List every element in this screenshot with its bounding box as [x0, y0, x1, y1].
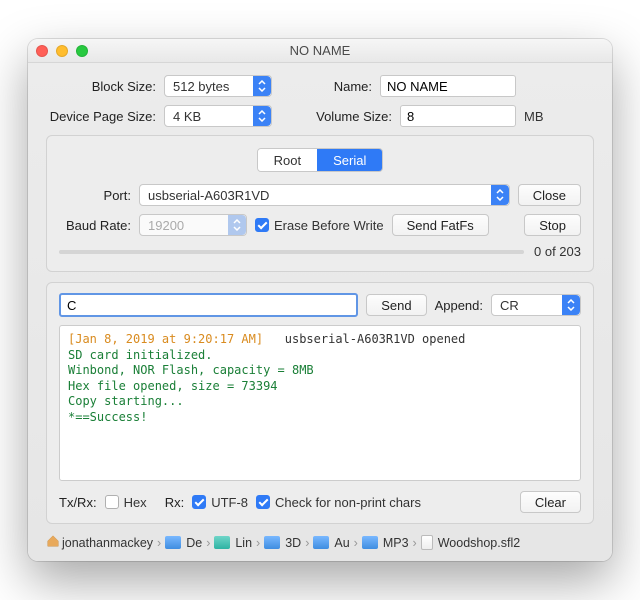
baud-rate-label: Baud Rate: [59, 218, 131, 233]
block-size-select[interactable]: 512 bytes [164, 75, 272, 97]
terminal-open-msg: usbserial-A603R1VD opened [263, 332, 465, 346]
block-size-value: 512 bytes [173, 79, 229, 94]
content: Block Size: 512 bytes Name: Device Page … [28, 63, 612, 561]
close-icon[interactable] [36, 45, 48, 57]
device-page-size-label: Device Page Size: [46, 109, 156, 124]
erase-before-write-checkbox[interactable]: Erase Before Write [255, 218, 384, 233]
chevron-updown-icon [253, 76, 271, 96]
chevron-updown-icon [253, 106, 271, 126]
crumb-item[interactable]: 3D [285, 536, 301, 550]
volume-size-unit: MB [524, 109, 544, 124]
name-field[interactable] [380, 75, 516, 97]
baud-rate-value: 19200 [148, 218, 184, 233]
chevron-updown-icon [491, 185, 509, 205]
folder-icon [264, 536, 280, 549]
document-icon [421, 535, 433, 550]
progress-text: 0 of 203 [534, 244, 581, 259]
crumb-item[interactable]: Lin [235, 536, 252, 550]
folder-icon [313, 536, 329, 549]
port-value: usbserial-A603R1VD [148, 188, 269, 203]
app-window: NO NAME Block Size: 512 bytes Name: Devi… [28, 39, 612, 561]
chevron-updown-icon [228, 215, 246, 235]
name-label: Name: [312, 79, 372, 94]
port-label: Port: [59, 188, 131, 203]
progress-bar [59, 250, 524, 254]
tab-group: Root Serial [257, 148, 384, 172]
crumb-item[interactable]: De [186, 536, 202, 550]
send-fatfs-button[interactable]: Send FatFs [392, 214, 489, 236]
folder-icon [362, 536, 378, 549]
volume-size-label: Volume Size: [312, 109, 392, 124]
minimize-icon[interactable] [56, 45, 68, 57]
block-size-label: Block Size: [46, 79, 156, 94]
close-button[interactable]: Close [518, 184, 581, 206]
stop-button[interactable]: Stop [524, 214, 581, 236]
zoom-icon[interactable] [76, 45, 88, 57]
append-label: Append: [435, 298, 483, 313]
traffic-lights [36, 45, 88, 57]
crumb-item[interactable]: MP3 [383, 536, 409, 550]
folder-icon [165, 536, 181, 549]
erase-before-write-label: Erase Before Write [274, 218, 384, 233]
top-row-1: Block Size: 512 bytes Name: [46, 75, 594, 97]
hex-checkbox[interactable]: Hex [105, 495, 147, 510]
clear-button[interactable]: Clear [520, 491, 581, 513]
folder-icon [214, 536, 230, 549]
utf8-checkbox[interactable]: UTF-8 [192, 495, 248, 510]
breadcrumb: jonathanmackey › De › Lin › 3D › Au › MP… [46, 534, 594, 551]
crumb-item[interactable]: Au [334, 536, 349, 550]
volume-size-field[interactable] [400, 105, 516, 127]
window-title: NO NAME [290, 43, 351, 58]
crumb-file[interactable]: Woodshop.sfl2 [438, 536, 520, 550]
append-select[interactable]: CR [491, 294, 581, 316]
baud-rate-select: 19200 [139, 214, 247, 236]
send-button[interactable]: Send [366, 294, 426, 316]
nonprint-checkbox[interactable]: Check for non-print chars [256, 495, 421, 510]
crumb-home[interactable]: jonathanmackey [62, 536, 153, 550]
progress-row: 0 of 203 [59, 244, 581, 259]
txrx-label: Tx/Rx: [59, 495, 97, 510]
tab-serial[interactable]: Serial [317, 149, 382, 171]
terminal-panel: Send Append: CR [Jan 8, 2019 at 9:20:17 … [46, 282, 594, 524]
serial-panel: Root Serial Port: usbserial-A603R1VD Clo… [46, 135, 594, 272]
terminal-output: [Jan 8, 2019 at 9:20:17 AM] usbserial-A6… [59, 325, 581, 481]
tab-root[interactable]: Root [258, 149, 317, 171]
append-value: CR [500, 298, 519, 313]
device-page-size-select[interactable]: 4 KB [164, 105, 272, 127]
top-row-2: Device Page Size: 4 KB Volume Size: MB [46, 105, 594, 127]
terminal-timestamp: [Jan 8, 2019 at 9:20:17 AM] [68, 332, 263, 346]
rx-label: Rx: [165, 495, 185, 510]
home-icon [46, 534, 60, 551]
device-page-size-value: 4 KB [173, 109, 201, 124]
terminal-lines: SD card initialized. Winbond, NOR Flash,… [68, 348, 314, 424]
command-input[interactable] [59, 293, 358, 317]
chevron-updown-icon [562, 295, 580, 315]
titlebar: NO NAME [28, 39, 612, 63]
port-select[interactable]: usbserial-A603R1VD [139, 184, 510, 206]
